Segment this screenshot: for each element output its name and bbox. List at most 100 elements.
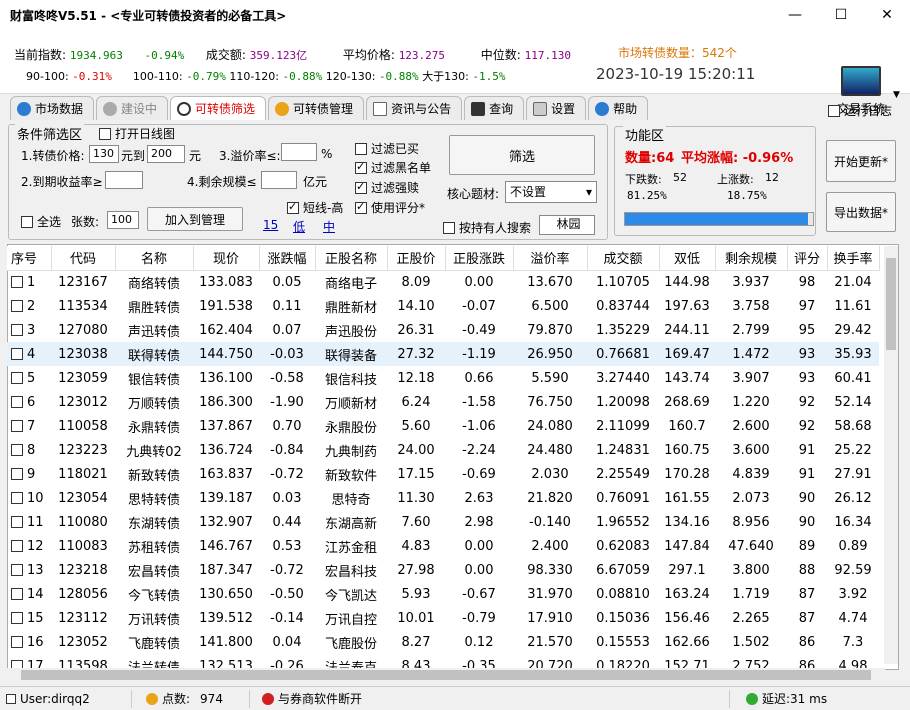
maximize-button[interactable]: ☐ — [818, 0, 864, 30]
column-header[interactable]: 双低 — [659, 246, 716, 271]
horizontal-scrollbar[interactable] — [7, 668, 885, 682]
holder-input[interactable]: 林园 — [539, 215, 595, 235]
row-checkbox[interactable] — [11, 492, 23, 504]
filter-button[interactable]: 筛选 — [449, 135, 595, 175]
table-row[interactable]: 5 123059 银信转债 136.100 -0.58 银信科技 12.18 0.66 5.59… — [7, 366, 879, 390]
vertical-scrollbar[interactable] — [884, 246, 898, 664]
column-header[interactable]: 正股涨跌 — [445, 246, 514, 271]
filter-strong-redeem-checkbox[interactable]: 过滤强赎 — [355, 179, 419, 196]
table-cell: -0.69 — [462, 466, 496, 482]
tab-bar: 市场数据 建设中 可转债筛选 可转债管理 资讯与公告 查询 设置 帮助 — [10, 96, 650, 120]
column-header[interactable]: 现价 — [193, 246, 260, 271]
table-cell: 136.724 — [199, 442, 253, 458]
tab-query[interactable]: 查询 — [464, 96, 525, 120]
link-mid[interactable]: 中 — [323, 218, 335, 235]
price-min-input[interactable]: 130 — [89, 145, 119, 163]
table-row[interactable]: 9 118021 新致转债 163.837 -0.72 新致软件 17.15 -0.69 2.0… — [7, 462, 879, 486]
price-max-input[interactable]: 200 — [147, 145, 185, 163]
short-high-checkbox[interactable]: 短线-高 — [287, 199, 343, 216]
table-cell: 3.907 — [732, 370, 770, 386]
column-header[interactable]: 溢价率 — [513, 246, 588, 271]
table-row[interactable]: 12 110083 苏租转债 146.767 0.53 江苏金租 4.83 0.00 2.400… — [7, 534, 879, 558]
tab-building[interactable]: 建设中 — [96, 96, 169, 120]
use-score-checkbox[interactable]: 使用评分* — [355, 199, 425, 216]
remain-input[interactable] — [261, 171, 297, 189]
row-checkbox[interactable] — [11, 468, 23, 480]
column-header[interactable]: 正股价 — [387, 246, 446, 271]
daily-line-checkbox[interactable]: 打开日线图 — [99, 125, 175, 142]
row-checkbox[interactable] — [11, 540, 23, 552]
horizontal-scroll-thumb[interactable] — [21, 670, 871, 680]
minimize-button[interactable]: — — [772, 0, 818, 30]
row-checkbox[interactable] — [11, 564, 23, 576]
holder-search-checkbox[interactable]: 按持有人搜索 — [443, 219, 531, 236]
row-checkbox[interactable] — [11, 420, 23, 432]
gear-icon — [103, 101, 118, 116]
ytm-input[interactable] — [105, 171, 143, 189]
tab-help[interactable]: 帮助 — [588, 96, 649, 120]
table-row[interactable]: 2 113534 鼎胜转债 191.538 0.11 鼎胜新材 14.10 -0.07 6.50… — [7, 294, 879, 318]
row-checkbox[interactable] — [11, 612, 23, 624]
filter-blacklist-checkbox[interactable]: 过滤黑名单 — [355, 159, 431, 176]
table-cell: 21.820 — [527, 490, 573, 506]
table-row[interactable]: 14 128056 今飞转债 130.650 -0.50 今飞凯达 5.93 -0.67 31.… — [7, 582, 879, 606]
link-low[interactable]: 低 — [293, 218, 305, 235]
row-checkbox[interactable] — [11, 348, 23, 360]
column-header[interactable]: 序号 — [7, 246, 52, 271]
premium-input[interactable] — [281, 143, 317, 161]
table-row[interactable]: 8 123223 九典转02 136.724 -0.84 九典制药 24.00 -2.24 24… — [7, 438, 879, 462]
tab-bond-filter[interactable]: 可转债筛选 — [170, 96, 267, 120]
table-row[interactable]: 6 123012 万顺转债 186.300 -1.90 万顺新材 6.24 -1.58 76.7… — [7, 390, 879, 414]
column-header[interactable]: 换手率 — [827, 246, 880, 271]
row-checkbox[interactable] — [11, 276, 23, 289]
row-checkbox[interactable] — [11, 300, 23, 312]
row-checkbox[interactable] — [11, 516, 23, 528]
amount-label: 成交额: — [205, 48, 246, 62]
column-header[interactable]: 剩余规模 — [715, 246, 788, 271]
table-row[interactable]: 3 127080 声迅转债 162.404 0.07 声迅股份 26.31 -0.49 79.8… — [7, 318, 879, 342]
theme-select[interactable]: 不设置 — [505, 181, 597, 203]
table-row[interactable]: 7 110058 永鼎转债 137.867 0.70 永鼎股份 5.60 -1.06 24.08… — [7, 414, 879, 438]
table-row[interactable]: 4 123038 联得转债 144.750 -0.03 联得装备 27.32 -1.19 26.… — [7, 342, 879, 366]
run-log-check[interactable] — [828, 104, 840, 117]
row-checkbox[interactable] — [11, 636, 23, 648]
tab-settings[interactable]: 设置 — [526, 96, 587, 120]
column-header[interactable]: 正股名称 — [315, 246, 388, 271]
column-header[interactable]: 评分 — [787, 246, 828, 271]
table-row[interactable]: 10 123054 思特转债 139.187 0.03 思特奇 11.30 2.63 21.82… — [7, 486, 879, 510]
coin-icon — [275, 101, 290, 116]
table-cell: 93 — [798, 370, 816, 386]
column-header[interactable]: 涨跌幅 — [259, 246, 316, 271]
table-row[interactable]: 11 110080 东湖转债 132.907 0.44 东湖高新 7.60 2.98 -0.14… — [7, 510, 879, 534]
tab-market-data[interactable]: 市场数据 — [10, 96, 95, 120]
dropdown-arrow-icon[interactable]: ▼ — [893, 90, 900, 100]
table-row[interactable]: 1 123167 商络转债 133.083 0.05 商络电子 8.09 0.00 13.670… — [7, 270, 879, 294]
row-checkbox[interactable] — [11, 444, 23, 456]
tab-news[interactable]: 资讯与公告 — [366, 96, 463, 120]
export-data-button[interactable]: 导出数据* — [826, 192, 896, 232]
vertical-scroll-thumb[interactable] — [886, 258, 896, 350]
column-header[interactable]: 名称 — [115, 246, 194, 271]
add-to-manage-button[interactable]: 加入到管理 — [147, 207, 243, 231]
start-update-button[interactable]: 开始更新* — [826, 140, 896, 182]
select-all-checkbox[interactable]: 全选 — [21, 213, 61, 230]
run-log-checkbox[interactable]: 运行日志 — [828, 102, 892, 119]
row-checkbox[interactable] — [11, 588, 23, 600]
range2-label: 100-110: — [132, 70, 183, 83]
link-15[interactable]: 15 — [263, 218, 278, 232]
filter-bought-checkbox[interactable]: 过滤已买 — [355, 140, 419, 157]
column-header[interactable]: 成交额 — [587, 246, 660, 271]
row-checkbox[interactable] — [11, 324, 23, 336]
column-header[interactable]: 代码 — [51, 246, 116, 271]
table-row[interactable]: 16 123052 飞鹿转债 141.800 0.04 飞鹿股份 8.27 0.12 21.57… — [7, 630, 879, 654]
table-row[interactable]: 13 123218 宏昌转债 187.347 -0.72 宏昌科技 27.98 0.00 98.… — [7, 558, 879, 582]
tab-bond-manage[interactable]: 可转债管理 — [268, 96, 365, 120]
table-row[interactable]: 15 123112 万讯转债 139.512 -0.14 万讯自控 10.01 -0.79 17… — [7, 606, 879, 630]
table-cell: 鼎胜新材 — [324, 300, 377, 316]
table-cell: 7.60 — [401, 514, 431, 530]
table-cell: 8.956 — [732, 514, 770, 530]
row-checkbox[interactable] — [11, 372, 23, 384]
close-button[interactable]: ✕ — [864, 0, 910, 30]
row-checkbox[interactable] — [11, 396, 23, 408]
count-input[interactable]: 100 — [107, 211, 139, 229]
